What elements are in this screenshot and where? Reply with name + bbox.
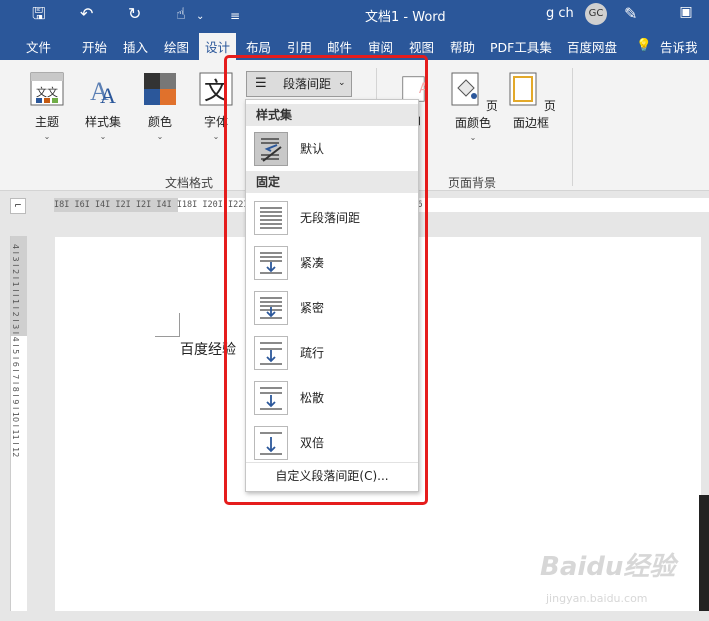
title-bar: 🖫 ↶ ↻ ☝ ⌄ ≡ 文档1 - Word g ch GC ✎ ▣: [0, 0, 709, 30]
style-set-icon: A A: [90, 77, 116, 108]
tab-draw[interactable]: 绘图: [164, 37, 189, 56]
window-title: 文档1 - Word: [365, 10, 446, 25]
pen-icon[interactable]: ✎: [624, 4, 637, 23]
tab-selector[interactable]: ⌐: [10, 198, 26, 214]
colors-button[interactable]: 颜色 ⌄: [140, 72, 180, 141]
baidu-watermark: Baidu经验: [540, 552, 676, 582]
style-set-label: 样式集: [84, 115, 121, 129]
tab-pdf-tools[interactable]: PDF工具集: [490, 37, 552, 56]
themes-icon: 文文: [30, 72, 64, 106]
chevron-down-icon[interactable]: ⌄: [196, 8, 204, 26]
undo-icon[interactable]: ↶: [80, 5, 93, 23]
red-highlight-box: [224, 55, 428, 505]
page-color-icon: [451, 72, 479, 106]
tab-mailings[interactable]: 邮件: [327, 37, 352, 56]
user-name[interactable]: g ch: [546, 6, 574, 21]
avatar[interactable]: GC: [585, 3, 607, 25]
svg-text:A: A: [100, 83, 116, 106]
style-set-button[interactable]: A A 样式集 ⌄: [82, 72, 124, 141]
page-borders-button[interactable]: 页面边框: [504, 72, 558, 131]
page-borders-icon: [509, 72, 537, 106]
tab-review[interactable]: 审阅: [368, 37, 393, 56]
baidu-watermark-url: jingyan.baidu.com: [546, 592, 648, 605]
themes-label: 主题: [34, 115, 59, 129]
touch-mode-icon[interactable]: ☝: [176, 5, 186, 23]
tab-references[interactable]: 引用: [287, 37, 312, 56]
save-icon[interactable]: 🖫: [32, 5, 46, 23]
page-color-button[interactable]: 页面颜色 ⌄: [446, 72, 500, 142]
customize-qat-icon[interactable]: ≡: [230, 7, 240, 25]
themes-button[interactable]: 文文 主题 ⌄: [27, 72, 67, 141]
group-divider: [572, 68, 573, 186]
chevron-down-icon: ⌄: [99, 132, 107, 141]
tab-baidu-netdisk[interactable]: 百度网盘: [567, 37, 617, 56]
text-boundary-mark: [155, 336, 180, 337]
svg-text:文文: 文文: [36, 85, 58, 99]
lightbulb-icon[interactable]: 💡: [636, 37, 652, 53]
vertical-ruler[interactable]: 4 I 3 I 2 I 1 I I 1 I 2 I 3 I 4 I 5 I 6 …: [10, 236, 27, 611]
tab-file[interactable]: 文件: [26, 37, 51, 56]
ribbon-display-icon[interactable]: ▣: [672, 4, 700, 24]
group-label-page-background: 页面背景: [448, 176, 497, 190]
group-label-document-formatting: 文档格式: [165, 176, 214, 190]
colors-label: 颜色: [147, 115, 172, 129]
tell-me-search[interactable]: 告诉我: [660, 37, 698, 56]
tab-layout[interactable]: 布局: [246, 37, 271, 56]
text-boundary-mark: [179, 313, 180, 337]
tab-insert[interactable]: 插入: [123, 37, 148, 56]
chevron-down-icon: ⌄: [469, 133, 477, 142]
chevron-down-icon: ⌄: [43, 132, 51, 141]
bottom-strip: [0, 611, 709, 621]
tab-help[interactable]: 帮助: [450, 37, 475, 56]
redo-icon[interactable]: ↻: [128, 5, 141, 23]
tab-home[interactable]: 开始: [82, 37, 107, 56]
chevron-down-icon: ⌄: [156, 132, 164, 141]
colors-icon: [144, 73, 176, 105]
background-edge: [699, 495, 709, 611]
tab-view[interactable]: 视图: [409, 37, 434, 56]
